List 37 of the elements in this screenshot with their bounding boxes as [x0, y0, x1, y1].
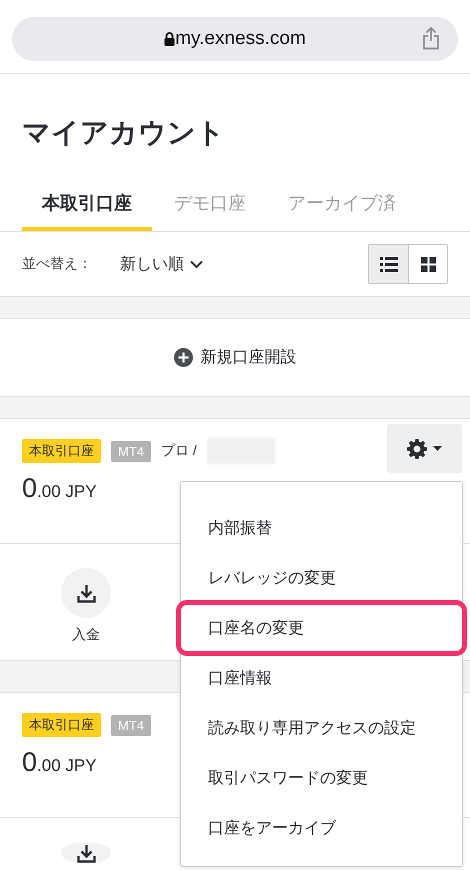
- settings-icon: [407, 438, 427, 458]
- settings-button[interactable]: [387, 424, 462, 473]
- deposit-button[interactable]: [61, 842, 111, 864]
- lock-icon: [164, 32, 176, 46]
- list-icon: [380, 256, 398, 272]
- download-icon: [76, 584, 96, 602]
- balance-text: 0.00 JPY: [22, 473, 97, 504]
- grid-view-button[interactable]: [408, 245, 447, 283]
- deposit-button[interactable]: [61, 568, 111, 618]
- share-icon[interactable]: [422, 27, 440, 50]
- grid-icon: [420, 256, 436, 272]
- platform-badge: MT4: [111, 440, 151, 462]
- sort-label: 並べ替え：: [22, 255, 93, 273]
- account-type-badge: 本取引口座: [22, 439, 101, 463]
- menu-item[interactable]: レバレッジの変更: [181, 553, 462, 603]
- list-view-button[interactable]: [369, 245, 408, 283]
- chevron-down-icon: [190, 260, 203, 268]
- page-title: マイアカウント: [22, 116, 225, 150]
- menu-item[interactable]: 口座情報: [181, 653, 462, 703]
- new-account-button[interactable]: 新規口座開設: [168, 341, 302, 374]
- platform-badge: MT4: [111, 714, 151, 736]
- address-bar[interactable]: my.exness.com: [12, 17, 458, 61]
- menu-item[interactable]: 取引パスワードの変更: [181, 753, 462, 803]
- balance-text: 0.00 JPY: [22, 747, 97, 778]
- menu-item[interactable]: 読み取り専用アクセスの設定: [181, 703, 462, 753]
- account-name: プロ /: [161, 442, 197, 460]
- sort-dropdown[interactable]: 新しい順: [120, 254, 203, 274]
- menu-item[interactable]: 口座をアーカイブ: [181, 803, 462, 853]
- action-label: 入金: [72, 626, 100, 644]
- menu-item[interactable]: 口座名の変更: [179, 603, 464, 653]
- tab[interactable]: 本取引口座: [22, 189, 152, 231]
- download-icon: [76, 844, 96, 862]
- caret-icon: [433, 446, 442, 451]
- url-text: my.exness.com: [175, 28, 306, 50]
- plus-circle-icon: [174, 348, 192, 367]
- account-type-badge: 本取引口座: [22, 713, 101, 737]
- menu-item[interactable]: 内部振替: [181, 503, 462, 553]
